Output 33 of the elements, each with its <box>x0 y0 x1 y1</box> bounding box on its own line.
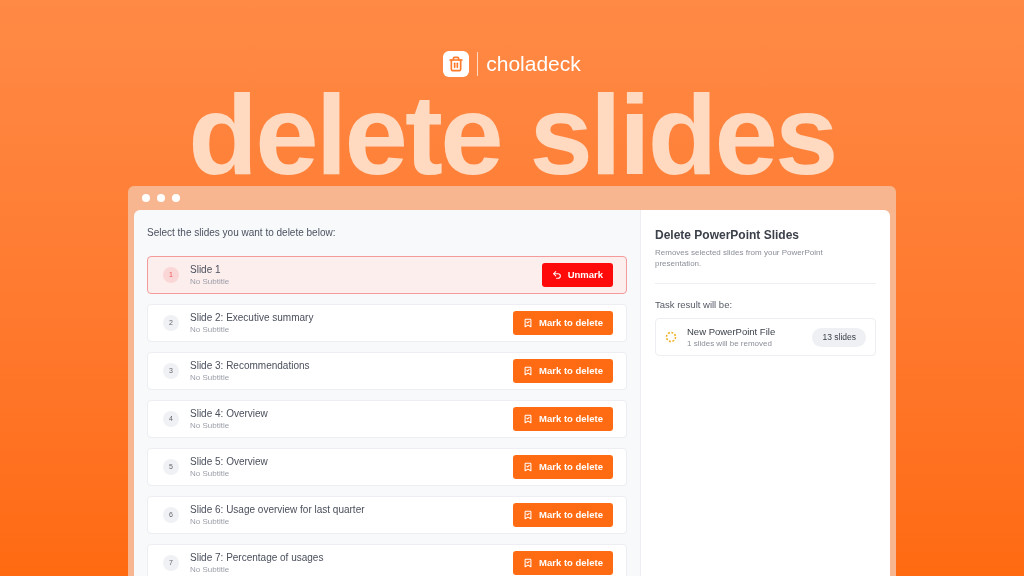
bookmark-icon <box>523 462 534 472</box>
unmark-button[interactable]: Unmark <box>541 263 613 287</box>
slide-title: Slide 3: Recommendations <box>190 359 311 372</box>
slide-title: Slide 4: Overview <box>190 407 269 420</box>
slide-title: Slide 5: Overview <box>190 455 269 468</box>
slide-title: Slide 6: Usage overview for last quarter <box>190 503 366 516</box>
panel-title: Delete PowerPoint Slides <box>655 227 801 244</box>
bookmark-icon <box>523 366 534 376</box>
result-name: New PowerPoint File <box>687 325 777 338</box>
bookmark-icon <box>523 414 534 424</box>
bookmark-icon <box>523 558 534 568</box>
loading-spinner-icon <box>665 331 677 344</box>
result-label: Task result will be: <box>655 298 734 312</box>
brand-name: choladeck <box>486 51 581 78</box>
slide-count-badge: 13 slides <box>812 327 866 347</box>
trash-logo-icon <box>443 51 470 77</box>
slide-subtitle: No Subtitle <box>190 419 231 431</box>
slide-title: Slide 1 <box>190 263 222 276</box>
slide-subtitle: No Subtitle <box>190 323 231 335</box>
bookmark-icon <box>523 510 534 520</box>
undo-icon <box>551 270 562 280</box>
result-detail: 1 slides will be removed <box>687 337 773 349</box>
slide-subtitle: No Subtitle <box>190 371 231 383</box>
slide-subtitle: No Subtitle <box>190 515 231 527</box>
bookmark-icon <box>523 318 534 328</box>
slide-title: Slide 7: Percentage of usages <box>190 551 325 564</box>
headline: delete slides <box>188 86 836 184</box>
instruction-text: Select the slides you want to delete below: <box>147 226 337 240</box>
panel-description: Removes selected slides from your PowerPoint presentation. <box>655 247 824 269</box>
slide-subtitle: No Subtitle <box>190 467 231 479</box>
slide-subtitle: No Subtitle <box>190 275 231 287</box>
slide-title: Slide 2: Executive summary <box>190 311 315 324</box>
slide-subtitle: No Subtitle <box>190 563 231 575</box>
